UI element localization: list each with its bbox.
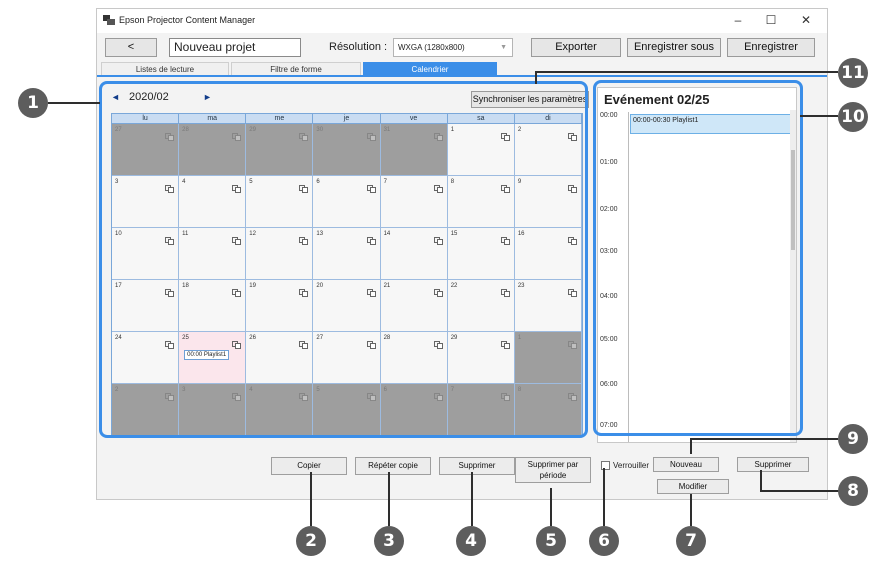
tab-playlists[interactable]: Listes de lecture (101, 62, 229, 75)
project-name-field[interactable]: Nouveau projet (169, 38, 301, 57)
maximize-button[interactable]: ☐ (762, 12, 780, 28)
callout-3: 3 (374, 526, 404, 556)
save-button[interactable]: Enregistrer (727, 38, 815, 57)
app-title: Epson Projector Content Manager (119, 15, 256, 25)
callout-leader (690, 494, 692, 526)
callout-7: 7 (676, 526, 706, 556)
callout-1: 1 (18, 88, 48, 118)
callout-9: 9 (838, 424, 868, 454)
app-icon (103, 15, 115, 25)
callout-10: 10 (838, 102, 868, 132)
resolution-select[interactable]: WXGA (1280x800) ▼ (393, 38, 513, 57)
callout-leader (800, 115, 838, 117)
callout-leader (690, 438, 838, 440)
callout-leader (310, 472, 312, 526)
minimize-button[interactable]: – (729, 12, 747, 28)
calendar-highlight (99, 81, 588, 438)
tab-bar: Listes de lecture Filtre de forme Calend… (97, 62, 827, 77)
callout-leader (535, 71, 537, 84)
callout-leader (760, 470, 762, 492)
callout-leader (690, 438, 692, 454)
callout-leader (603, 468, 605, 526)
delete-by-period-button[interactable]: Supprimer par période (515, 457, 591, 483)
resolution-value: WXGA (1280x800) (398, 43, 465, 52)
callout-leader (760, 490, 840, 492)
callout-5: 5 (536, 526, 566, 556)
tab-shape-filter[interactable]: Filtre de forme (231, 62, 361, 75)
callout-6: 6 (589, 526, 619, 556)
chevron-down-icon: ▼ (500, 44, 507, 51)
callout-leader (550, 488, 552, 526)
lock-label: Verrouiller (613, 461, 650, 470)
repeat-copy-button[interactable]: Répéter copie (355, 457, 431, 475)
event-panel-highlight (593, 80, 803, 436)
tab-calendar[interactable]: Calendrier (363, 62, 497, 75)
title-bar: Epson Projector Content Manager – ☐ ✕ (97, 9, 827, 33)
callout-leader (471, 472, 473, 526)
export-button[interactable]: Exporter (531, 38, 621, 57)
callout-leader (535, 71, 838, 73)
new-event-button[interactable]: Nouveau (653, 457, 719, 472)
toolbar: < Nouveau projet Résolution : WXGA (1280… (97, 33, 827, 63)
callout-4: 4 (456, 526, 486, 556)
edit-event-button[interactable]: Modifier (657, 479, 729, 494)
back-button[interactable]: < (105, 38, 157, 57)
callout-leader (48, 102, 100, 104)
callout-2: 2 (296, 526, 326, 556)
delete-button[interactable]: Supprimer (439, 457, 515, 475)
save-as-button[interactable]: Enregistrer sous (627, 38, 721, 57)
callout-11: 11 (838, 58, 868, 88)
resolution-label: Résolution : (329, 41, 388, 53)
callout-leader (388, 472, 390, 526)
delete-event-button[interactable]: Supprimer (737, 457, 809, 472)
copy-button[interactable]: Copier (271, 457, 347, 475)
close-button[interactable]: ✕ (797, 12, 815, 28)
callout-8: 8 (838, 476, 868, 506)
